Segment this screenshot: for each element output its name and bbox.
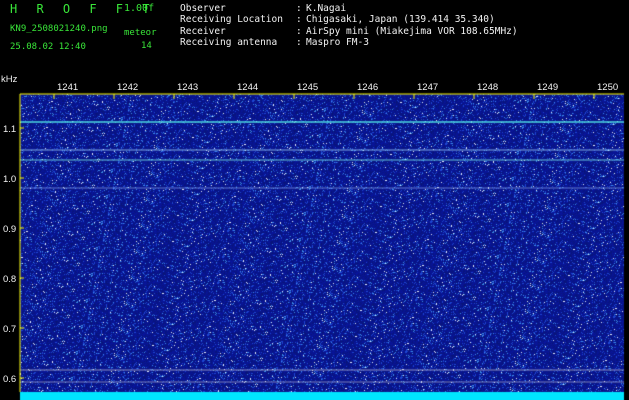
version-label: 1.00f — [124, 3, 155, 14]
observer-colon: : — [296, 3, 302, 14]
x-tick-label: 1242 — [117, 82, 139, 93]
spectrogram-canvas — [0, 74, 629, 400]
y-tick-label: 0.7 — [3, 324, 17, 335]
y-tick-label: 1.0 — [3, 174, 17, 185]
y-tick-label: 1.1 — [3, 124, 17, 135]
x-tick-label: 1249 — [537, 82, 559, 93]
x-tick-label: 1244 — [237, 82, 259, 93]
x-tick-label: 1247 — [417, 82, 439, 93]
datetime-label: 25.08.02 12:40 — [10, 42, 86, 52]
location-label: Receiving Location — [180, 14, 283, 25]
y-tick-label: 0.9 — [3, 224, 17, 235]
x-tick-label: 1241 — [57, 82, 79, 93]
receiver-colon: : — [296, 26, 302, 37]
x-tick-label: 1250 — [597, 82, 619, 93]
count-label: 14 — [141, 41, 152, 51]
unit-label: kHz — [1, 74, 18, 85]
location-colon: : — [296, 14, 302, 25]
observer-label: Observer — [180, 3, 226, 14]
filename-label: KN9_2508021240.png — [10, 24, 108, 34]
mode-label: meteor — [124, 28, 157, 38]
x-tick-label: 1243 — [177, 82, 199, 93]
antenna-label: Receiving antenna — [180, 37, 278, 48]
x-tick-label: 1246 — [357, 82, 379, 93]
antenna-value: Maspro FM-3 — [306, 37, 369, 48]
receiver-label: Receiver — [180, 26, 226, 37]
header-panel: H R O F F T 1.00f KN9_2508021240.png met… — [0, 0, 629, 74]
x-tick-label: 1245 — [297, 82, 319, 93]
y-tick-label: 0.8 — [3, 274, 17, 285]
location-value: Chigasaki, Japan (139.414 35.340) — [306, 14, 495, 25]
antenna-colon: : — [296, 37, 302, 48]
observer-value: K.Nagai — [306, 3, 347, 14]
y-tick-label: 0.6 — [3, 374, 17, 385]
x-tick-label: 1248 — [477, 82, 499, 93]
receiver-value: AirSpy mini (Miakejima VOR 108.65MHz) — [306, 26, 518, 37]
